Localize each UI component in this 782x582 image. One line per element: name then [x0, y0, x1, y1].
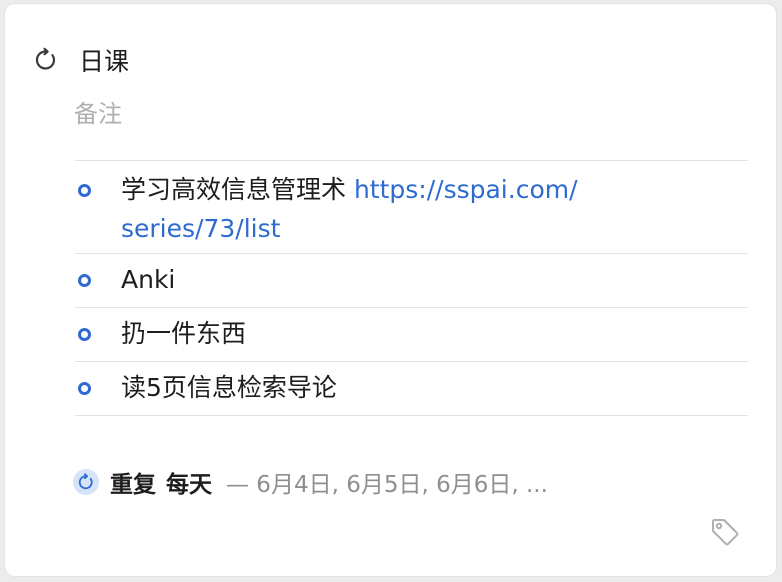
repeat-dates: — 6月4日, 6月5日, 6月6日, ...: [226, 472, 548, 498]
checkbox-circle-icon[interactable]: [78, 328, 91, 341]
repeat-frequency: 每天: [166, 472, 212, 498]
repeat-row[interactable]: 重复 每天 — 6月4日, 6月5日, 6月6日, ...: [73, 462, 548, 502]
checklist-item-text[interactable]: Anki: [121, 254, 631, 304]
checklist-item-text[interactable]: 扔一件东西: [121, 308, 631, 358]
tag-icon[interactable]: [709, 516, 741, 548]
checklist-item: 学习高效信息管理术 https://sspai.com/series/73/li…: [75, 161, 748, 254]
checklist-item: 读5页信息检索导论: [75, 362, 748, 416]
checklist-item-text[interactable]: 学习高效信息管理术 https://sspai.com/series/73/li…: [121, 161, 631, 253]
checklist-item-text[interactable]: 读5页信息检索导论: [121, 362, 631, 412]
notes-field[interactable]: 备注: [74, 94, 122, 129]
task-detail-card: 日课 备注 学习高效信息管理术 https://sspai.com/series…: [5, 4, 776, 576]
task-title[interactable]: 日课: [79, 42, 129, 78]
checklist-item-label: 学习高效信息管理术: [121, 175, 354, 204]
checkbox-circle-icon[interactable]: [78, 184, 91, 197]
repeat-icon[interactable]: [33, 47, 59, 73]
link-part-2[interactable]: series/73/list: [121, 214, 280, 243]
checkbox-circle-icon[interactable]: [78, 274, 91, 287]
repeat-badge: [73, 469, 99, 495]
checklist-item: Anki: [75, 254, 748, 308]
link-part-1[interactable]: https://sspai.com/: [354, 175, 578, 204]
repeat-icon: [78, 473, 93, 490]
checklist: 学习高效信息管理术 https://sspai.com/series/73/li…: [75, 160, 748, 416]
repeat-label: 重复: [110, 472, 156, 498]
checklist-item: 扔一件东西: [75, 308, 748, 362]
task-title-row: 日课: [33, 40, 129, 80]
checkbox-circle-icon[interactable]: [78, 382, 91, 395]
